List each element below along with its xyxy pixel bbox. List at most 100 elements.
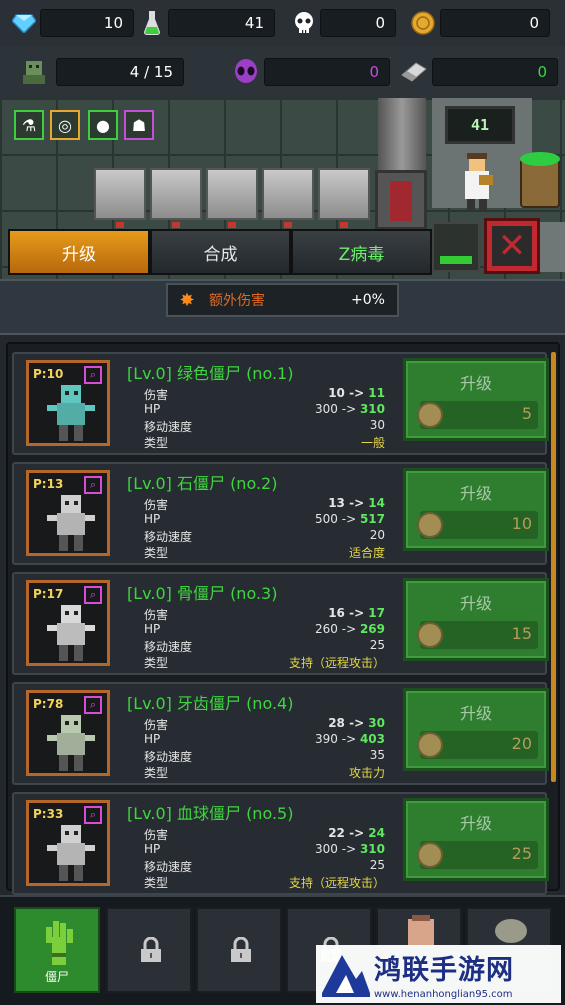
locker (150, 168, 202, 228)
hp-label: HP (144, 732, 161, 746)
damage-to: 17 (368, 606, 385, 620)
zombie-portrait[interactable]: P:17 ⌕ (26, 580, 110, 666)
nav-zombie-label: 僵尸 (44, 970, 69, 984)
nav-locked-slot[interactable] (106, 907, 192, 993)
close-icon: ✕ (497, 226, 527, 266)
tab-z-virus[interactable]: Z病毒 (291, 229, 432, 275)
hp-from: 390 (315, 732, 338, 746)
resource-bar-top: 10 41 0 0 (0, 0, 565, 46)
speed-label: 移动速度 (144, 860, 193, 874)
upgrade-button[interactable]: 升级 15 (403, 578, 549, 661)
upgrade-button[interactable]: 升级 10 (403, 468, 549, 551)
zombie-buff-icon[interactable]: ☗ (124, 110, 154, 140)
damage-from: 22 (328, 826, 345, 840)
zombie-power: P:17 (33, 587, 64, 601)
zombie-card: P:10 ⌕ [Lv.0] 绿色僵尸 (no.1) 伤害 HP 移动速度 类型 … (12, 352, 549, 455)
damage-value: 10 -> 11 (328, 386, 385, 400)
extra-damage-bonus: ✸ 额外伤害 +0% (166, 283, 399, 317)
type-value: 一般 (360, 436, 385, 450)
game-screen: 10 41 0 0 4 / 15 0 0 ⚗ ◎ ● ☗ 41 升级 合成 Z病… (0, 0, 565, 1005)
zombie-name: [Lv.0] 石僵尸 (no.2) (127, 474, 278, 493)
damage-label: 伤害 (144, 388, 169, 402)
type-label: 类型 (144, 546, 169, 560)
magnifier-icon[interactable]: ⌕ (84, 696, 102, 714)
site-watermark: 鸿联手游网 www.henanhonglian95.com (316, 945, 561, 1003)
magnifier-icon[interactable]: ⌕ (84, 586, 102, 604)
type-label: 类型 (144, 766, 169, 780)
zombie-sprite (47, 385, 95, 441)
tab-merge[interactable]: 合成 (150, 229, 291, 275)
nav-locked-slot[interactable] (196, 907, 282, 993)
damage-label: 伤害 (144, 828, 169, 842)
coin-icon (417, 732, 443, 758)
eraser-count: 0 (432, 58, 558, 86)
zombie-portrait[interactable]: P:33 ⌕ (26, 800, 110, 886)
zombie-hand-icon (46, 921, 73, 965)
upgrade-button[interactable]: 升级 25 (403, 798, 549, 881)
explosion-icon: ✸ (179, 289, 195, 311)
hp-label: HP (144, 402, 161, 416)
locker (94, 168, 146, 228)
hp-from: 300 (315, 842, 338, 856)
coin-icon (417, 622, 443, 648)
locker (206, 168, 258, 228)
damage-to: 14 (368, 496, 385, 510)
skull-count: 0 (320, 9, 396, 37)
hp-to: 310 (359, 402, 385, 416)
hp-to: 403 (359, 732, 385, 746)
zombie-portrait[interactable]: P:13 ⌕ (26, 470, 110, 556)
bomb-buff-icon[interactable]: ● (88, 110, 118, 140)
upgrade-button[interactable]: 升级 20 (403, 688, 549, 771)
machine-screen-counter: 41 (445, 106, 515, 144)
upgrade-label: 升级 (459, 594, 492, 613)
upgrade-label: 升级 (459, 484, 492, 503)
upgrade-label: 升级 (459, 814, 492, 833)
scrollbar[interactable] (551, 352, 556, 782)
alien-icon (232, 58, 260, 86)
scientist-character[interactable] (455, 153, 499, 213)
damage-from: 28 (328, 716, 345, 730)
type-value: 支持（远程攻击） (288, 656, 385, 670)
damage-value: 22 -> 24 (328, 826, 385, 840)
gold-coin-icon (409, 9, 437, 37)
magnifier-icon[interactable]: ⌕ (84, 806, 102, 824)
close-button[interactable]: ✕ (484, 218, 540, 274)
speed-label: 移动速度 (144, 530, 193, 544)
damage-value: 16 -> 17 (328, 606, 385, 620)
potion-buff-icon[interactable]: ⚗ (14, 110, 44, 140)
hp-value: 260 -> 269 (315, 622, 385, 636)
zombie-portrait[interactable]: P:78 ⌕ (26, 690, 110, 776)
type-value: 攻击力 (348, 766, 385, 780)
speed-label: 移动速度 (144, 750, 193, 764)
nav-zombie[interactable]: 僵尸 (14, 907, 100, 993)
toxic-barrel (520, 152, 560, 208)
speed-label: 移动速度 (144, 640, 193, 654)
magnifier-icon[interactable]: ⌕ (84, 476, 102, 494)
coin-buff-icon[interactable]: ◎ (50, 110, 80, 140)
damage-label: 伤害 (144, 718, 169, 732)
magnifier-icon[interactable]: ⌕ (84, 366, 102, 384)
gem-icon (10, 9, 38, 37)
zombie-sprite (47, 605, 95, 661)
speed-value: 25 (369, 858, 385, 872)
upgrade-label: 升级 (459, 704, 492, 723)
hp-from: 260 (315, 622, 338, 636)
upgrade-button[interactable]: 升级 5 (403, 358, 549, 441)
upgrade-cost: 10 (417, 511, 538, 539)
side-panel-edge (540, 222, 565, 272)
damage-from: 10 (328, 386, 345, 400)
gem-count: 10 (40, 9, 134, 37)
upgrade-cost: 5 (417, 401, 538, 429)
type-value: 支持（远程攻击） (288, 876, 385, 890)
damage-to: 24 (368, 826, 385, 840)
speed-value: 35 (369, 748, 385, 762)
zombie-upgrade-list[interactable]: P:10 ⌕ [Lv.0] 绿色僵尸 (no.1) 伤害 HP 移动速度 类型 … (6, 342, 560, 895)
speed-value: 30 (369, 418, 385, 432)
zombie-card: P:13 ⌕ [Lv.0] 石僵尸 (no.2) 伤害 HP 移动速度 类型 1… (12, 462, 549, 565)
tab-upgrade[interactable]: 升级 (8, 229, 150, 275)
potion-count: 41 (168, 9, 275, 37)
zombie-portrait[interactable]: P:10 ⌕ (26, 360, 110, 446)
type-value: 适合度 (348, 546, 385, 560)
hp-to: 517 (359, 512, 385, 526)
damage-value: 13 -> 14 (328, 496, 385, 510)
